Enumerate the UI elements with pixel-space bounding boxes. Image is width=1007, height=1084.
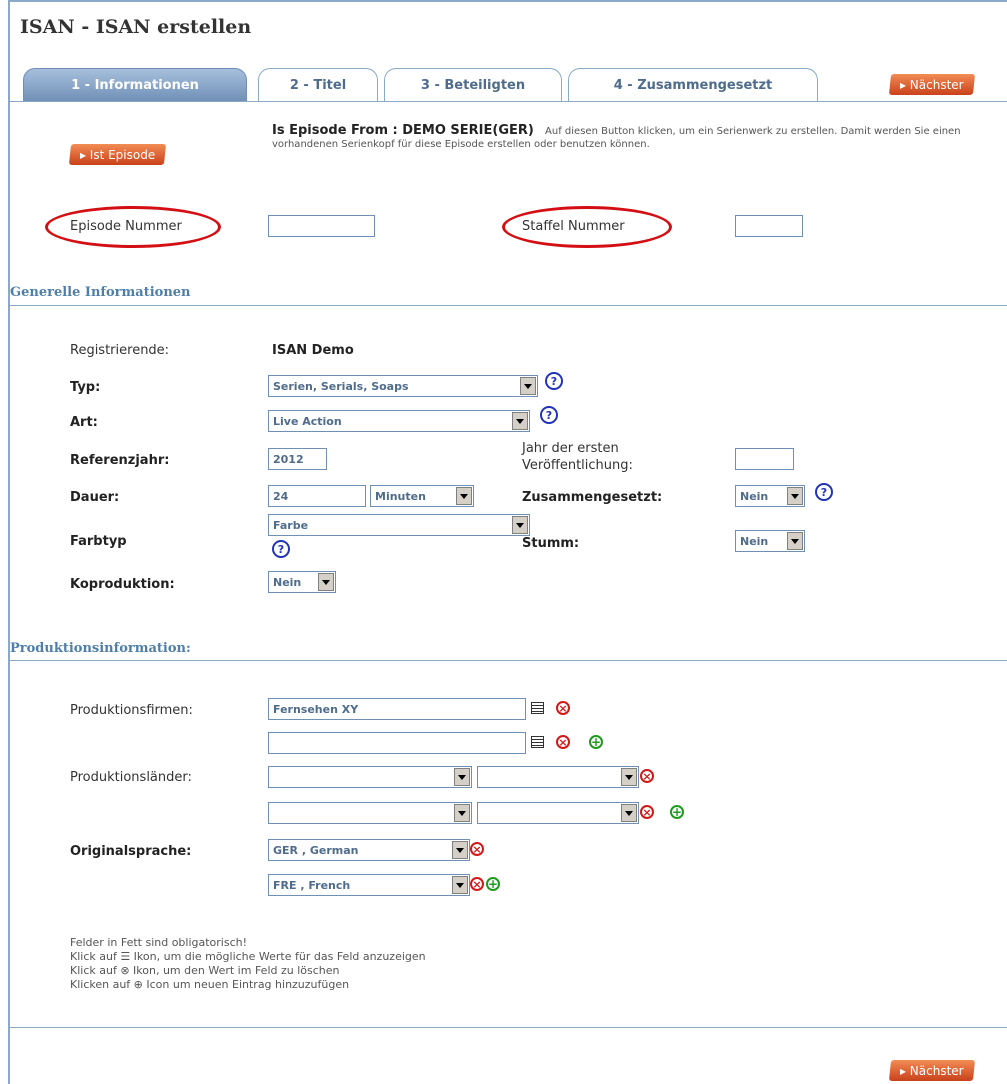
company-input-2[interactable] bbox=[268, 732, 526, 754]
registrant-value: ISAN Demo bbox=[272, 343, 354, 358]
tab-zusammengesetzt[interactable]: 4 - Zusammengesetzt bbox=[568, 68, 818, 102]
note-delete-icon: Klick auf ⊗ Ikon, um den Wert im Feld zu… bbox=[70, 964, 340, 977]
type-select[interactable]: Serien, Serials, Soaps bbox=[268, 375, 538, 397]
tabs-divider bbox=[10, 101, 1007, 102]
duration-label: Dauer: bbox=[70, 490, 120, 505]
episode-number-input[interactable] bbox=[268, 215, 375, 237]
ref-year-label: Referenzjahr: bbox=[70, 453, 170, 468]
companies-label: Produktionsfirmen: bbox=[70, 703, 193, 718]
add-icon[interactable]: + bbox=[486, 877, 500, 891]
section-divider-production bbox=[10, 660, 1007, 661]
page-title: ISAN - ISAN erstellen bbox=[20, 16, 252, 38]
season-number-input[interactable] bbox=[735, 215, 803, 237]
country-select-3[interactable] bbox=[268, 802, 472, 824]
country-select-2[interactable] bbox=[477, 766, 639, 788]
language-select-2[interactable]: FRE , French bbox=[268, 874, 470, 896]
delete-icon[interactable]: × bbox=[556, 701, 570, 715]
page-border-top bbox=[8, 0, 1007, 2]
note-list-icon: Klick auf ☰ Ikon, um die mögliche Werte … bbox=[70, 950, 426, 963]
composite-select[interactable]: Nein bbox=[735, 485, 805, 507]
language-label: Originalsprache: bbox=[70, 844, 192, 859]
color-help-icon[interactable]: ? bbox=[272, 540, 290, 558]
countries-label: Produktionsländer: bbox=[70, 770, 192, 785]
country-select-4[interactable] bbox=[477, 802, 639, 824]
list-icon[interactable] bbox=[531, 702, 544, 714]
section-title-general: Generelle Informationen bbox=[10, 285, 191, 300]
section-divider-bottom bbox=[10, 1027, 1007, 1028]
next-button-bottom[interactable]: ▸ Nächster bbox=[888, 1060, 975, 1081]
list-icon[interactable] bbox=[531, 736, 544, 748]
section-title-production: Produktionsinformation: bbox=[10, 641, 191, 656]
ref-year-input[interactable] bbox=[268, 448, 327, 470]
duration-unit-select[interactable]: Minuten bbox=[370, 485, 474, 507]
type-help-icon[interactable]: ? bbox=[545, 372, 563, 390]
add-icon[interactable]: + bbox=[589, 735, 603, 749]
page-border-left bbox=[8, 0, 10, 1084]
kind-select[interactable]: Live Action bbox=[268, 410, 530, 432]
registrant-label: Registrierende: bbox=[70, 343, 170, 358]
coprod-label: Koproduktion: bbox=[70, 577, 175, 592]
tab-titel[interactable]: 2 - Titel bbox=[258, 68, 378, 102]
add-icon[interactable]: + bbox=[670, 805, 684, 819]
delete-icon[interactable]: × bbox=[640, 769, 654, 783]
silent-label: Stumm: bbox=[522, 536, 580, 551]
color-select[interactable]: Farbe bbox=[268, 514, 530, 536]
episode-number-label: Episode Nummer bbox=[70, 219, 182, 234]
first-pub-label: Jahr der ersten Veröffentlichung: bbox=[522, 441, 633, 473]
is-episode-from: Is Episode From : DEMO SERIE(GER) bbox=[272, 123, 534, 138]
tab-beteiligten[interactable]: 3 - Beteiligten bbox=[384, 68, 562, 102]
delete-icon[interactable]: × bbox=[470, 842, 484, 856]
note-add-icon: Klicken auf ⊕ Icon um neuen Eintrag hinz… bbox=[70, 978, 350, 991]
company-input-1[interactable] bbox=[268, 698, 526, 720]
composite-label: Zusammengesetzt: bbox=[522, 490, 663, 505]
coprod-select[interactable]: Nein bbox=[268, 571, 336, 593]
next-button-top[interactable]: ▸ Nächster bbox=[888, 74, 975, 95]
first-pub-input[interactable] bbox=[735, 448, 794, 470]
country-select-1[interactable] bbox=[268, 766, 472, 788]
is-episode-button[interactable]: ▸ Ist Episode bbox=[68, 144, 167, 165]
delete-icon[interactable]: × bbox=[556, 735, 570, 749]
type-label: Typ: bbox=[70, 380, 101, 395]
silent-select[interactable]: Nein bbox=[735, 530, 805, 552]
note-required: Felder in Fett sind obligatorisch! bbox=[70, 936, 248, 949]
tab-informationen[interactable]: 1 - Informationen bbox=[23, 68, 247, 102]
section-divider-general bbox=[10, 305, 1007, 306]
kind-help-icon[interactable]: ? bbox=[540, 406, 558, 424]
language-select-1[interactable]: GER , German bbox=[268, 839, 470, 861]
episode-info: Is Episode From : DEMO SERIE(GER) Auf di… bbox=[272, 124, 972, 151]
kind-label: Art: bbox=[70, 415, 98, 430]
composite-help-icon[interactable]: ? bbox=[815, 483, 833, 501]
delete-icon[interactable]: × bbox=[470, 877, 484, 891]
color-label: Farbtyp bbox=[70, 534, 127, 549]
delete-icon[interactable]: × bbox=[640, 805, 654, 819]
duration-input[interactable] bbox=[268, 485, 366, 507]
season-number-label: Staffel Nummer bbox=[522, 219, 625, 234]
